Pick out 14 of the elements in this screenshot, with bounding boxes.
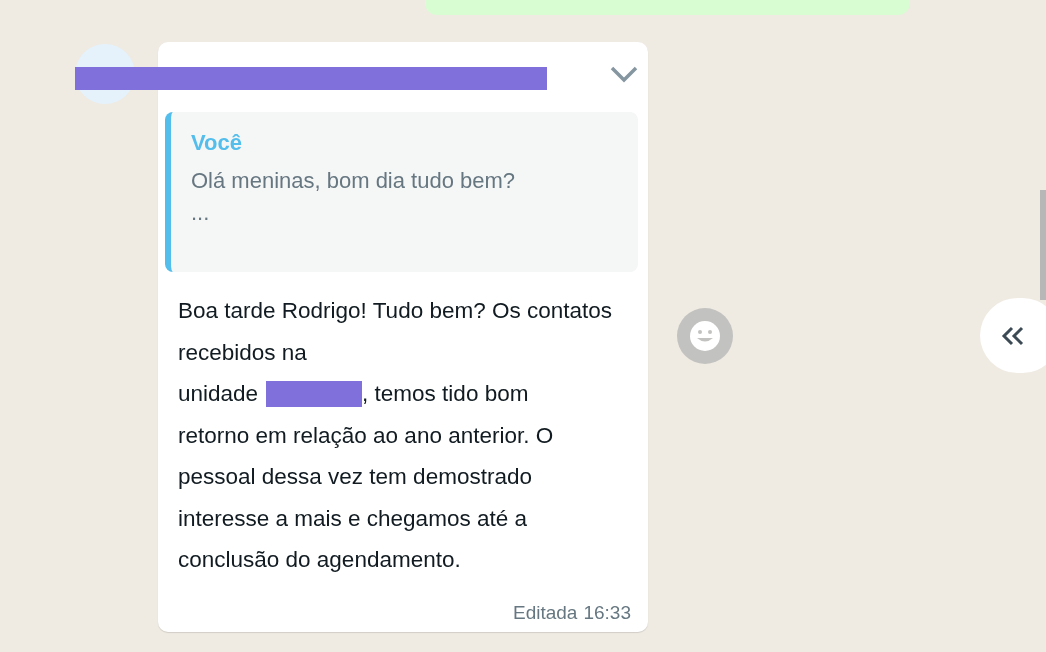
edited-label: Editada	[513, 602, 578, 624]
chevron-down-icon[interactable]	[609, 64, 639, 84]
quote-ellipsis: ...	[191, 200, 210, 226]
message-text: retorno em relação ao ano anterior. O pessoal dessa vez tem demostrado interesse a mais e chegamos até a conclusão do agendamento.	[178, 421, 555, 574]
quote-author: Você	[191, 130, 242, 156]
double-chevron-left-icon	[1000, 324, 1026, 347]
quoted-message[interactable]: Você Olá meninas, bom dia tudo bem? ...	[165, 112, 638, 272]
emoji-icon[interactable]	[677, 308, 733, 364]
message-text: unidade	[178, 380, 259, 408]
quote-text: Olá meninas, bom dia tudo bem?	[191, 168, 517, 194]
message-text: , temos tido bom	[362, 380, 529, 408]
collapse-button[interactable]	[980, 298, 1046, 373]
message-time: 16:33	[583, 602, 631, 624]
scrollbar[interactable]	[1040, 190, 1046, 300]
